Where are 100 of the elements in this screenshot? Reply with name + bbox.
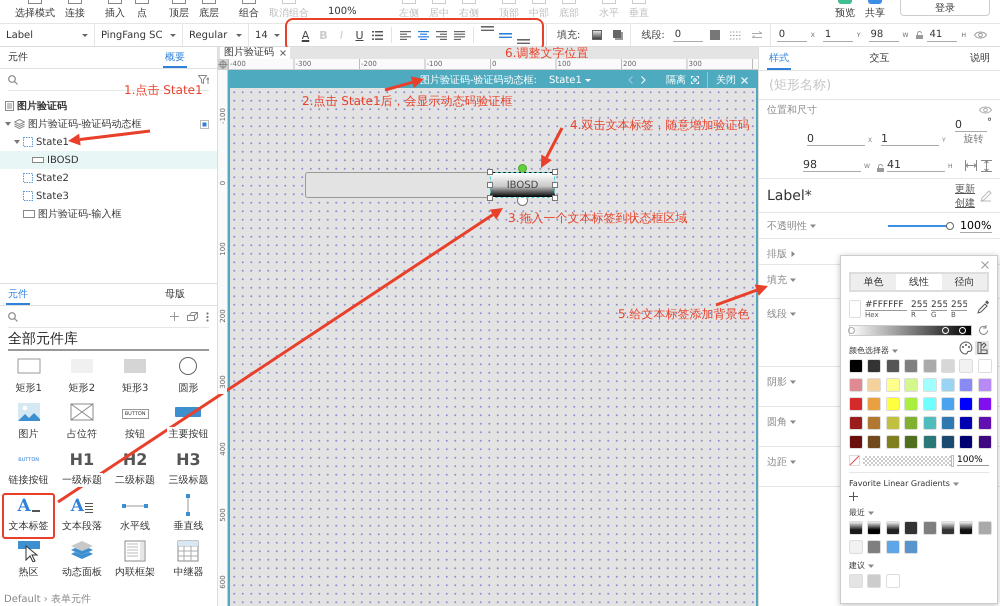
lock-icon[interactable] (877, 164, 884, 172)
tree-item[interactable]: State2 (0, 169, 217, 187)
color-swatch[interactable] (867, 574, 882, 588)
gradient-swatch[interactable] (849, 521, 863, 535)
panel-tab[interactable]: 交互 (868, 47, 892, 70)
gradient-swatch[interactable] (886, 521, 900, 535)
slider-thumb[interactable] (951, 454, 954, 466)
color-swatch[interactable] (849, 359, 863, 373)
widget-item[interactable]: 中继器 (162, 539, 215, 585)
tree-item[interactable]: State3 (0, 187, 217, 205)
color-swatch[interactable] (849, 397, 863, 411)
widget-item[interactable]: A 文本段落 (55, 493, 108, 539)
color-swatch[interactable] (886, 416, 900, 430)
fit-height-icon[interactable] (981, 160, 992, 172)
color-swatch[interactable] (940, 359, 955, 373)
widget-item[interactable]: 热区 (2, 539, 56, 585)
resize-handle[interactable] (552, 195, 558, 201)
text-label-widget[interactable]: IBOSD (490, 172, 555, 198)
y-field[interactable]: 1 (881, 131, 939, 146)
color-swatch[interactable] (849, 574, 863, 588)
expand-toggle-icon[interactable] (5, 121, 11, 127)
transparency-slider[interactable] (863, 456, 954, 466)
widget-item[interactable]: 圆形 (162, 355, 215, 401)
widget-item[interactable]: 矩形1 (2, 355, 56, 401)
color-swatch[interactable] (867, 397, 882, 411)
close-icon[interactable] (280, 50, 286, 56)
color-swatch[interactable] (940, 416, 955, 430)
color-swatch[interactable] (867, 435, 882, 449)
color-swatch[interactable] (959, 416, 974, 430)
color-swatch[interactable] (922, 521, 937, 535)
slider-thumb[interactable] (946, 222, 954, 230)
resize-handle[interactable] (552, 182, 558, 188)
fill-type-tab[interactable]: 线性 (896, 274, 942, 290)
toolbar-button[interactable]: 顶层 (164, 0, 194, 20)
color-swatch[interactable] (922, 359, 937, 373)
document-tab[interactable]: 图片验证码 (220, 47, 290, 59)
tree-item[interactable]: State1 (0, 133, 217, 151)
color-swatch[interactable] (849, 435, 863, 449)
height-field[interactable]: 41 (887, 157, 945, 172)
color-swatch[interactable] (978, 435, 992, 449)
alpha-field[interactable]: 100% (957, 455, 989, 466)
color-swatch[interactable] (904, 397, 918, 411)
color-swatch[interactable] (904, 540, 918, 554)
library-title[interactable]: 全部元件库 (8, 330, 209, 351)
widget-item[interactable]: H1 一级标题 (55, 447, 108, 493)
color-swatch[interactable] (922, 416, 937, 430)
resize-handle[interactable] (487, 195, 493, 201)
resize-handle[interactable] (552, 169, 558, 175)
color-swatch[interactable] (904, 378, 918, 392)
more-icon[interactable] (206, 312, 209, 322)
color-swatch[interactable] (886, 540, 900, 554)
add-icon[interactable] (170, 312, 179, 321)
toolbar-button[interactable]: 选择模式 (10, 0, 60, 20)
widget-item[interactable]: 主要按钮 (162, 401, 215, 447)
color-swatch[interactable] (959, 435, 974, 449)
widget-item[interactable]: 内联框架 (108, 539, 162, 585)
panel-tab[interactable]: 概要 (163, 47, 187, 68)
geometry-field[interactable]: 41 (927, 28, 958, 42)
library-icon[interactable] (187, 312, 198, 321)
widget-item[interactable]: 垂直线 (162, 493, 215, 539)
panel-tab[interactable]: 元件 (6, 284, 30, 305)
search-icon[interactable] (8, 312, 18, 322)
share-button[interactable]: 共享 (860, 0, 890, 20)
color-swatch[interactable] (978, 416, 992, 430)
color-swatch[interactable] (959, 378, 974, 392)
color-swatch[interactable] (978, 378, 992, 392)
toolbar-button[interactable]: 底层 (194, 0, 224, 20)
create-link[interactable]: 创建 (955, 196, 975, 210)
color-swatch[interactable] (978, 359, 992, 373)
color-swatch[interactable] (904, 435, 918, 449)
rotation-field[interactable]: 0 (955, 117, 987, 132)
rotate-icon[interactable] (978, 325, 989, 336)
color-swatch[interactable] (922, 435, 937, 449)
color-swatch[interactable] (904, 521, 918, 535)
color-swatch[interactable] (867, 416, 882, 430)
eyedropper-icon[interactable] (977, 300, 989, 314)
panel-tab[interactable]: 样式 (767, 47, 791, 70)
tree-item[interactable]: 图片验证码-输入框 (0, 205, 217, 223)
hex-field[interactable]: #FFFFFF (865, 300, 907, 311)
color-swatch[interactable] (940, 435, 955, 449)
color-swatch[interactable] (849, 540, 863, 554)
color-swatch[interactable] (959, 397, 974, 411)
color-swatch[interactable] (904, 416, 918, 430)
add-button[interactable] (849, 492, 858, 501)
color-swatch[interactable] (849, 416, 863, 430)
toolbar-button[interactable]: 插入 (100, 0, 130, 20)
color-swatch[interactable] (978, 397, 992, 411)
color-swatch[interactable] (922, 378, 937, 392)
x-field[interactable]: 0 (807, 131, 865, 146)
tree-item[interactable]: 图片验证码-验证码动态框 (0, 115, 217, 133)
color-swatch[interactable] (904, 359, 918, 373)
toolbar-button[interactable]: 点 (130, 0, 154, 20)
color-swatch[interactable] (867, 540, 882, 554)
geometry-field[interactable]: 0 (776, 28, 807, 42)
opacity-field[interactable]: 100% (960, 218, 992, 232)
name-field[interactable]: (矩形名称) (767, 71, 992, 99)
widget-item[interactable]: 占位符 (55, 401, 108, 447)
filter-icon[interactable] (198, 74, 209, 84)
gradient-swatch[interactable] (867, 521, 882, 535)
color-swatch[interactable] (940, 378, 955, 392)
